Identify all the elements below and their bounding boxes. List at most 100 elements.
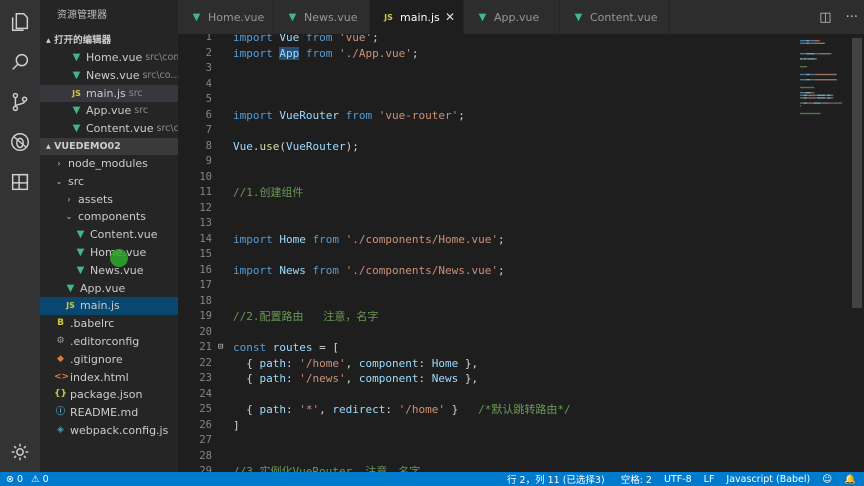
tree-item-src[interactable]: ⌄ src [40,173,178,191]
project-header[interactable]: ▴ VUEDEMO02 [40,137,178,155]
code-token: : [418,356,432,370]
minimap-line [800,94,804,96]
code-line[interactable]: 13 [178,216,788,232]
code-line[interactable]: 5 [178,92,788,108]
explorer-files-icon[interactable] [8,10,32,34]
search-icon[interactable] [8,50,32,74]
tree-item-webpack-config-js[interactable]: ◈ webpack.config.js [40,422,178,440]
code-editor[interactable]: 1 import Vue from 'vue'; 2 import App from … [178,34,864,472]
extensions-icon[interactable] [8,170,32,194]
minimap[interactable] [798,34,850,472]
open-editors-header[interactable]: ▴ 打开的编辑器 [40,32,178,49]
code-line[interactable]: 14 import Home from './components/Home.vu… [178,232,788,248]
code-line[interactable]: 24 [178,387,788,403]
debug-icon[interactable] [8,130,32,154]
minimap-line [800,105,801,107]
code-line[interactable]: 11 //1.创建组件 [178,185,788,201]
line-number: 4 [205,77,212,90]
tab-home-vue[interactable]: ▼ Home.vue [178,0,274,34]
tree-item-components[interactable]: ⌄ components [40,208,178,226]
open-editor-main-js[interactable]: JS main.js src [40,84,178,103]
code-line[interactable]: 23 { path: '/news', component: News }, [178,371,788,387]
tab-label: App.vue [494,10,540,24]
code-line[interactable]: 27 [178,433,788,449]
code-token: Vue [279,34,300,44]
source-control-icon[interactable] [8,90,32,114]
vertical-scrollbar[interactable] [850,34,864,472]
code-line[interactable]: 2 import App from './App.vue'; [178,46,788,62]
code-line[interactable]: 25 { path: '*', redirect: '/home' } /*默认… [178,402,788,418]
code-line[interactable]: 8 Vue.use(VueRouter); [178,139,788,155]
chevron-right-icon[interactable]: › [64,191,74,209]
tree-item-main-js[interactable]: JS main.js [40,297,178,316]
code-line[interactable]: 4 [178,77,788,93]
code-line[interactable]: 3 [178,61,788,77]
code-token: App [279,46,300,60]
language-mode[interactable]: Javascript (Babel) [726,474,810,485]
code-line[interactable]: 7 [178,123,788,139]
open-editor-content-vue[interactable]: ▼ Content.vuesrc\co... [40,120,178,138]
chevron-down-icon[interactable]: ⌄ [64,208,74,226]
code-line[interactable]: 9 [178,154,788,170]
code-line[interactable]: 17 [178,278,788,294]
encoding[interactable]: UTF-8 [664,474,692,485]
tab-news-vue[interactable]: ▼ News.vue [274,0,370,34]
code-line[interactable]: 18 [178,294,788,310]
settings-gear-icon[interactable] [8,440,32,464]
code-token: }, [458,356,479,370]
tab-content-vue[interactable]: ▼ Content.vue [560,0,670,34]
code-line[interactable]: 28 [178,449,788,465]
tree-item-index-html[interactable]: <> index.html [40,369,178,387]
code-line[interactable]: 21 ⊟ const routes = [ [178,340,788,356]
more-actions-icon[interactable]: ··· [846,10,858,25]
notifications-bell-icon[interactable]: 🔔 [844,474,856,485]
indentation[interactable]: 空格: 2 [621,472,652,486]
code-line[interactable]: 22 { path: '/home', component: Home }, [178,356,788,372]
open-editor-home-vue[interactable]: ▼ Home.vuesrc\com... [40,49,178,67]
tab-app-vue[interactable]: ▼ App.vue [464,0,560,34]
tree-item-gitignore[interactable]: ◆ .gitignore [40,351,178,369]
open-editor-news-vue[interactable]: ▼ News.vue src\co... [40,67,178,85]
tree-item-home-vue[interactable]: ▼Home.vue [40,244,178,262]
tree-item-news-vue[interactable]: ▼ News.vue [40,262,178,280]
code-text: import Vue from 'vue'; [233,34,379,46]
code-token: /*默认跳转路由*/ [478,403,571,416]
close-tab-icon[interactable]: ✕ [445,10,455,24]
code-line[interactable]: 6 import VueRouter from 'vue-router'; [178,108,788,124]
open-editor-app-vue[interactable]: ▼ App.vue src [40,102,178,120]
tree-item-readme-md[interactable]: ⓘ README.md [40,404,178,422]
code-line[interactable]: 19 //2.配置路由 注意，名字 [178,309,788,325]
tree-item-babelrc[interactable]: B .babelrc [40,315,178,333]
code-line[interactable]: 20 [178,325,788,341]
tree-item-assets[interactable]: › assets [40,191,178,209]
tab-label: Home.vue [208,10,265,24]
code-token: component [358,372,419,385]
tree-item-package-json[interactable]: {} package.json [40,386,178,404]
split-editor-icon[interactable]: ◫ [819,10,831,25]
line-ending[interactable]: LF [704,474,715,485]
chevron-right-icon[interactable]: › [54,155,64,173]
tree-item-content-vue[interactable]: ▼ Content.vue [40,226,178,244]
tree-item-app-vue[interactable]: ▼ App.vue [40,280,178,298]
tree-item-editorconfig[interactable]: ⚙ .editorconfig [40,333,178,351]
code-token: './components/Home.vue' [345,232,498,246]
scrollbar-thumb[interactable] [852,38,862,308]
code-line[interactable]: 15 [178,247,788,263]
code-token: : [418,372,432,385]
minimap-line [824,42,826,44]
code-line[interactable]: 26] [178,418,788,434]
code-line[interactable]: 10 [178,170,788,186]
tab-main-js[interactable]: JS main.js ✕ [370,0,464,34]
cursor-position[interactable]: 行 2，列 11 (已选择3) [507,472,605,486]
code-line[interactable]: 29 //3.实例化VueRouter 注意，名字 [178,464,788,472]
chevron-down-icon[interactable]: ⌄ [54,173,64,191]
code-line[interactable]: 16 import News from './components/News.vu… [178,263,788,279]
feedback-icon[interactable]: ☺ [822,474,832,485]
warning-count[interactable]: ⚠ 0 [31,474,49,485]
code-line[interactable]: 1 import Vue from 'vue'; [178,34,788,46]
error-count[interactable]: ⊗ 0 [6,474,23,485]
code-line[interactable]: 12 [178,201,788,217]
fold-toggle-icon[interactable]: ⊟ [218,340,223,356]
tree-item-node-modules[interactable]: › node_modules [40,155,178,173]
